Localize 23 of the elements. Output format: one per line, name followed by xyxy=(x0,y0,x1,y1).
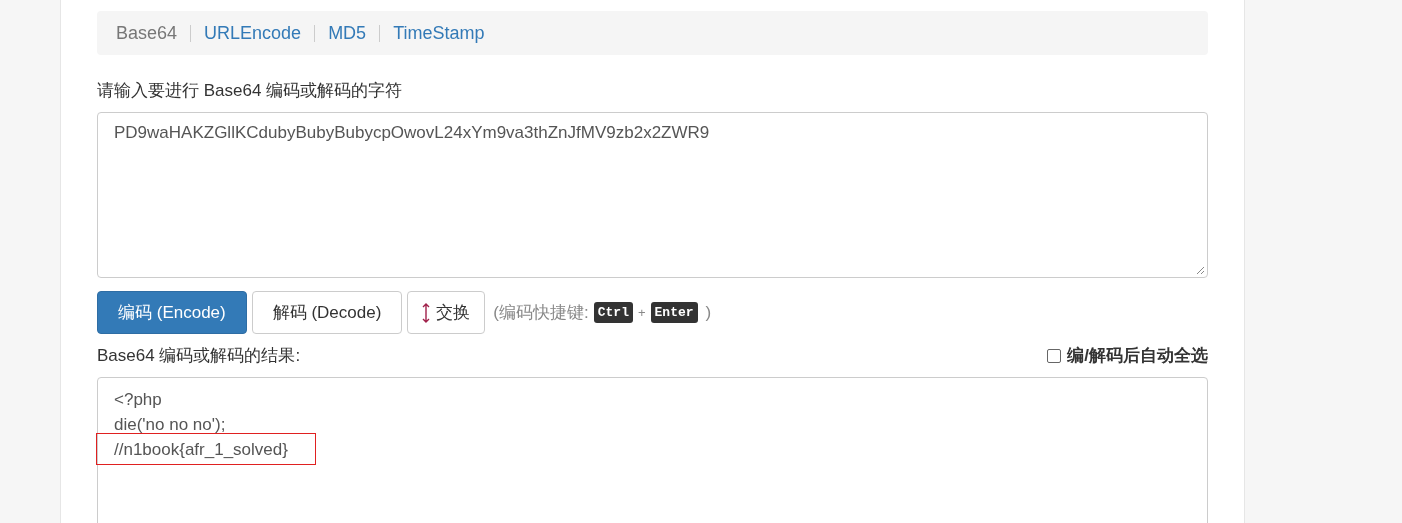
output-label: Base64 编码或解码的结果: xyxy=(97,345,301,367)
closing-paren: ) xyxy=(705,302,712,323)
up-down-arrow-icon xyxy=(422,302,431,323)
checkbox-label: 编/解码后自动全选 xyxy=(1067,345,1208,367)
resize-handle-icon[interactable] xyxy=(1196,266,1205,275)
decode-button[interactable]: 解码 (Decode) xyxy=(251,291,403,334)
output-field[interactable]: <?php die('no no no'); //n1book{afr_1_solved} xyxy=(97,377,1208,523)
shortcut-hint: (编码快捷键: xyxy=(493,302,589,324)
tab[interactable]: MD5 xyxy=(328,22,367,44)
output-line: //n1book{afr_1_solved} xyxy=(114,440,288,459)
output-line: die('no no no'); xyxy=(114,415,226,434)
checkbox[interactable] xyxy=(1047,348,1062,363)
encode-button[interactable]: 编码 (Encode) xyxy=(97,291,247,334)
key-label: Enter xyxy=(650,302,698,323)
key-label: Ctrl xyxy=(593,302,633,323)
input-label: 请输入要进行 Base64 编码或解码的字符 xyxy=(97,80,404,102)
swap-button[interactable]: 交换 xyxy=(407,291,486,334)
input-field[interactable]: PD9waHAKZGllKCdubyBubyBubycpOwovL24xYm9va3thZnJfMV9zb2x2ZWR9 xyxy=(97,112,1208,278)
output-line: <?php xyxy=(114,390,162,409)
plus-sign: + xyxy=(637,305,646,320)
tab[interactable]: Base64 xyxy=(116,22,178,44)
tab[interactable]: URLEncode xyxy=(204,22,302,44)
tab[interactable]: TimeStamp xyxy=(393,22,485,44)
